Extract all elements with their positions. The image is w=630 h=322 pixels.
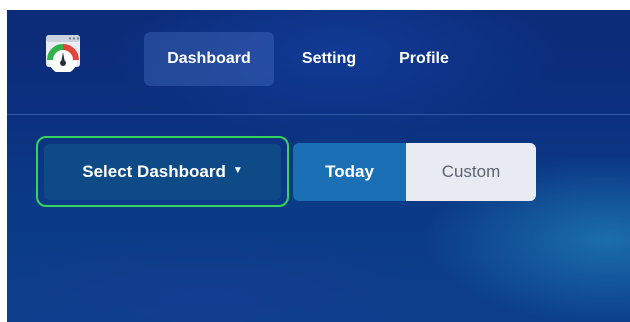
nav-profile[interactable]: Profile	[392, 32, 456, 86]
select-dashboard-button[interactable]: Select Dashboard ▼	[44, 143, 281, 200]
app-window: Dashboard Setting Profile Select Dashboa…	[7, 10, 630, 322]
top-navbar: Dashboard Setting Profile	[7, 10, 630, 115]
nav-dashboard[interactable]: Dashboard	[144, 32, 274, 86]
select-dashboard-focus-ring: Select Dashboard ▼	[36, 136, 289, 207]
caret-down-icon: ▼	[232, 165, 243, 176]
range-today-button[interactable]: Today	[293, 143, 406, 201]
speedometer-logo-icon[interactable]	[44, 32, 84, 74]
nav-setting[interactable]: Setting	[294, 32, 364, 86]
select-dashboard-label: Select Dashboard	[82, 161, 226, 181]
range-custom-button[interactable]: Custom	[406, 143, 536, 201]
